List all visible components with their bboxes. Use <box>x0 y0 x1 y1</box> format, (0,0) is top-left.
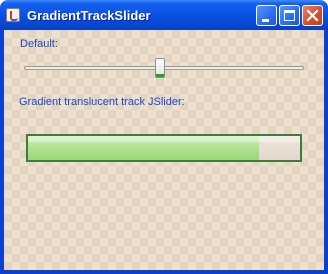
close-button[interactable] <box>302 5 323 26</box>
java-app-icon[interactable] <box>6 8 20 22</box>
default-slider-label: Default: <box>20 38 58 50</box>
default-slider-thumb[interactable] <box>155 58 165 78</box>
close-icon <box>306 9 319 22</box>
gradient-slider-highlight <box>28 136 300 142</box>
app-window: GradientTrackSlider Default: Gradient tr… <box>0 0 328 274</box>
maximize-button[interactable] <box>279 5 300 26</box>
content-panel: Default: Gradient translucent track JSli… <box>4 30 324 270</box>
title-bar[interactable]: GradientTrackSlider <box>0 0 328 30</box>
minimize-button[interactable] <box>256 5 277 26</box>
gradient-track-slider[interactable] <box>26 134 302 162</box>
default-slider[interactable] <box>24 58 304 80</box>
maximize-icon <box>284 10 295 21</box>
window-title: GradientTrackSlider <box>27 8 151 23</box>
gradient-slider-label: Gradient translucent track JSlider: <box>19 96 185 108</box>
minimize-icon <box>262 19 269 22</box>
